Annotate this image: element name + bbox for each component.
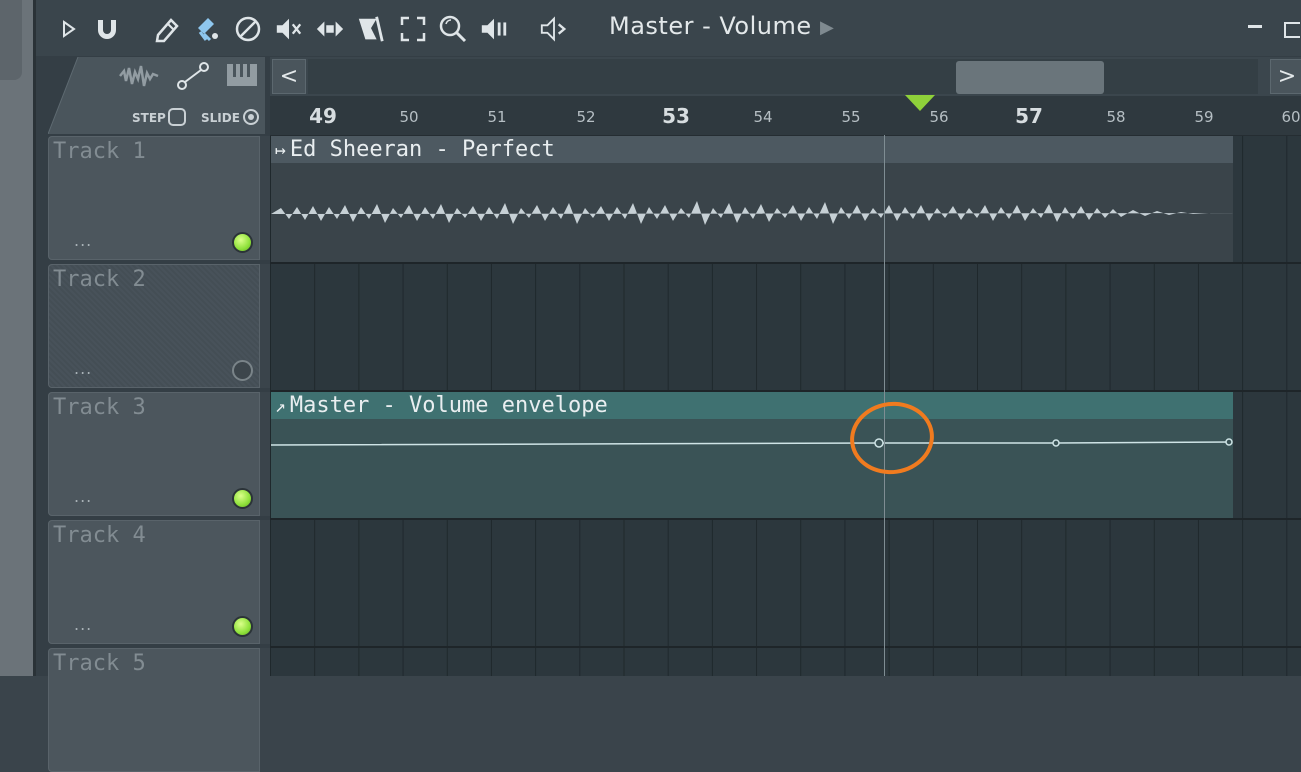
ruler-bar-52: 52 bbox=[576, 108, 596, 126]
playlist-toolbar: Master - Volume ▶ bbox=[36, 0, 1301, 56]
track-enable-led[interactable] bbox=[232, 360, 253, 381]
track-header-5[interactable]: Track 5 bbox=[48, 648, 260, 772]
track-lane-3[interactable]: ↗ Master - Volume envelope bbox=[270, 392, 1301, 520]
track-lane-2[interactable] bbox=[270, 264, 1301, 392]
ruler-bar-55: 55 bbox=[841, 108, 861, 126]
scroll-thumb[interactable] bbox=[956, 61, 1104, 94]
magnet-icon[interactable] bbox=[92, 14, 122, 44]
track-options-dots[interactable]: ... bbox=[74, 359, 92, 378]
ruler-bar-58: 58 bbox=[1106, 108, 1126, 126]
slip-icon[interactable] bbox=[315, 14, 345, 44]
horizontal-scrollbar[interactable]: < > bbox=[270, 57, 1301, 96]
envelope-point bbox=[1052, 439, 1060, 447]
playback-icon[interactable] bbox=[479, 14, 509, 44]
envelope-point bbox=[1225, 438, 1233, 446]
audio-clip[interactable]: ↦ Ed Sheeran - Perfect bbox=[271, 136, 1233, 262]
lane-grid bbox=[270, 520, 1301, 648]
ruler-bar-59: 59 bbox=[1194, 108, 1214, 126]
track-enable-led[interactable] bbox=[232, 616, 253, 637]
pattern-title[interactable]: Master - Volume bbox=[609, 12, 812, 40]
mute-icon[interactable] bbox=[274, 14, 304, 44]
ruler-bar-57: 57 bbox=[1015, 104, 1043, 128]
track-gap bbox=[260, 136, 270, 260]
pencil-icon[interactable] bbox=[152, 14, 182, 44]
select-icon[interactable] bbox=[398, 14, 428, 44]
track-lane-5[interactable] bbox=[270, 648, 1301, 676]
time-ruler[interactable]: 49 50 51 52 53 54 55 56 57 58 59 60 bbox=[270, 95, 1301, 136]
scroll-right-button[interactable]: > bbox=[1270, 59, 1301, 94]
envelope-curve[interactable] bbox=[271, 419, 1233, 518]
left-strip-cap bbox=[0, 0, 22, 80]
scroll-left-button[interactable]: < bbox=[272, 59, 306, 94]
play-triangle-icon[interactable] bbox=[54, 14, 84, 44]
track-header-4[interactable]: Track 4 ... bbox=[48, 520, 260, 644]
playhead-marker-icon[interactable] bbox=[905, 95, 935, 111]
speaker-icon[interactable] bbox=[539, 14, 569, 44]
ruler-bar-51: 51 bbox=[487, 108, 507, 126]
audio-clip-icon: ↦ bbox=[275, 140, 286, 161]
left-side-strip bbox=[0, 0, 36, 676]
track-header-2[interactable]: Track 2 ... bbox=[48, 264, 260, 388]
audio-waveform bbox=[271, 201, 1233, 225]
track-lane-4[interactable] bbox=[270, 520, 1301, 648]
ruler-bar-50: 50 bbox=[399, 108, 419, 126]
slice-icon[interactable] bbox=[356, 14, 386, 44]
track-lane-1[interactable]: ↦ Ed Sheeran - Perfect bbox=[270, 136, 1301, 264]
automation-clip-title[interactable]: ↗ Master - Volume envelope bbox=[271, 392, 1233, 419]
step-toggle[interactable] bbox=[168, 108, 186, 126]
ruler-bar-49: 49 bbox=[309, 104, 337, 128]
maximize-icon[interactable] bbox=[1284, 22, 1300, 38]
track-header-3[interactable]: Track 3 ... bbox=[48, 392, 260, 516]
track-options-dots[interactable]: ... bbox=[74, 615, 92, 634]
zoom-icon[interactable] bbox=[438, 14, 468, 44]
track-gap bbox=[260, 520, 270, 644]
delete-circle-icon[interactable] bbox=[233, 14, 263, 44]
paint-brush-icon[interactable] bbox=[192, 14, 222, 44]
step-label: STEP bbox=[132, 111, 166, 125]
track-options-dots[interactable]: ... bbox=[74, 231, 92, 250]
ruler-bar-60: 60 bbox=[1281, 108, 1301, 126]
track-gap bbox=[260, 392, 270, 516]
track-gap bbox=[260, 648, 270, 676]
slide-toggle[interactable] bbox=[243, 109, 259, 125]
track-options-dots[interactable]: ... bbox=[74, 487, 92, 506]
title-arrow-icon[interactable]: ▶ bbox=[820, 17, 834, 38]
track-name: Track 3 bbox=[53, 395, 146, 420]
track-enable-led[interactable] bbox=[232, 488, 253, 509]
automation-clip-name: Master - Volume envelope bbox=[289, 393, 608, 418]
minimize-icon[interactable] bbox=[1248, 25, 1262, 28]
lane-grid bbox=[270, 264, 1301, 392]
lane-grid bbox=[270, 648, 1301, 676]
track-name: Track 1 bbox=[53, 139, 146, 164]
track-gap bbox=[260, 264, 270, 388]
track-header-1[interactable]: Track 1 ... bbox=[48, 136, 260, 260]
audio-clip-title[interactable]: ↦ Ed Sheeran - Perfect bbox=[271, 136, 1233, 163]
ruler-bar-54: 54 bbox=[753, 108, 773, 126]
track-name: Track 2 bbox=[53, 267, 146, 292]
playlist-window: Master - Volume ▶ STEP SLIDE < > 49 50 5… bbox=[36, 0, 1301, 772]
track-enable-led[interactable] bbox=[232, 232, 253, 253]
audio-clip-name: Ed Sheeran - Perfect bbox=[289, 137, 555, 162]
automation-icon: ↗ bbox=[275, 396, 286, 417]
automation-clip[interactable]: ↗ Master - Volume envelope bbox=[271, 392, 1233, 518]
scroll-track[interactable] bbox=[308, 59, 1258, 94]
track-name: Track 5 bbox=[53, 651, 146, 676]
slide-label: SLIDE bbox=[201, 111, 240, 125]
track-name: Track 4 bbox=[53, 523, 146, 548]
ruler-bar-53: 53 bbox=[662, 104, 690, 128]
